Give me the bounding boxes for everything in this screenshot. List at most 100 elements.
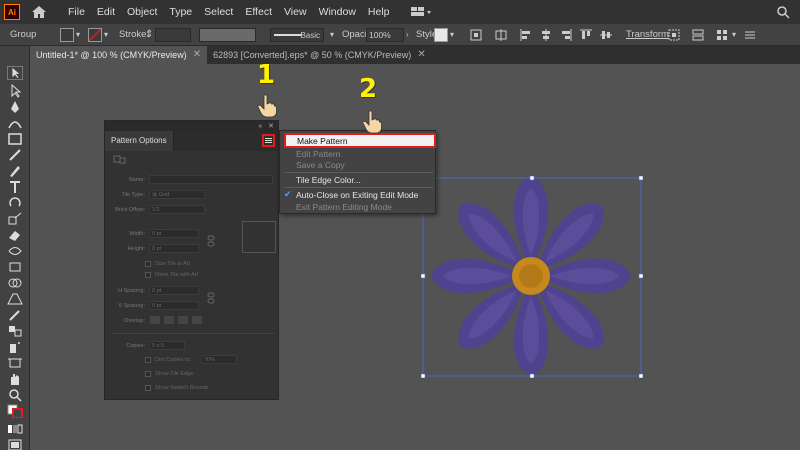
direct-selection-tool-icon[interactable] [7, 84, 23, 98]
rectangle-tool-icon[interactable] [7, 132, 23, 146]
zoom-tool-icon[interactable] [7, 388, 23, 402]
spacing-link-icon[interactable] [207, 292, 215, 304]
free-transform-tool-icon[interactable] [7, 260, 23, 274]
stroke-weight-field[interactable] [155, 28, 191, 42]
menu-select[interactable]: Select [198, 0, 239, 24]
align-left-icon[interactable] [520, 29, 532, 41]
artboard-tool-icon[interactable] [7, 356, 23, 370]
menu-help[interactable]: Help [362, 0, 396, 24]
align-right-icon[interactable] [560, 29, 572, 41]
fill-dropdown-icon[interactable]: ▾ [76, 24, 80, 46]
search-icon[interactable] [776, 5, 790, 19]
menu-view[interactable]: View [278, 0, 313, 24]
workspace-switcher-icon[interactable] [410, 5, 432, 19]
scale-tool-icon[interactable] [7, 212, 23, 226]
panel-title[interactable]: Pattern Options [105, 131, 174, 151]
home-icon[interactable] [30, 3, 48, 21]
perspective-grid-tool-icon[interactable] [7, 292, 23, 306]
grid-dropdown-icon[interactable]: ▾ [732, 24, 736, 46]
opacity-arrow-icon[interactable]: › [406, 24, 409, 46]
align-middle-icon[interactable] [600, 29, 612, 41]
color-mode-icon[interactable] [7, 422, 23, 436]
size-tile-to-art-checkbox[interactable] [145, 261, 151, 267]
menu-window[interactable]: Window [313, 0, 362, 24]
menu-item-save-a-copy[interactable]: Save a Copy [296, 159, 345, 171]
close-icon[interactable]: ✕ [268, 122, 274, 130]
height-field[interactable]: 0 pt [149, 244, 199, 253]
panel-menu-icon[interactable] [744, 29, 756, 41]
paintbrush-tool-icon[interactable] [7, 148, 23, 162]
menu-item-tile-edge-color[interactable]: Tile Edge Color... [296, 174, 361, 186]
align-to-selection-icon[interactable] [495, 29, 507, 41]
menu-file[interactable]: File [62, 0, 91, 24]
menu-item-make-pattern[interactable]: Make Pattern [284, 133, 436, 148]
collapse-icon[interactable]: « [258, 123, 262, 130]
move-tile-with-art-checkbox[interactable] [145, 272, 151, 278]
brush-definition-dropdown[interactable]: Basic [270, 28, 324, 42]
tile-type-label: Tile Type: [121, 192, 145, 198]
arrange-documents-icon[interactable] [692, 29, 704, 41]
link-icon[interactable] [207, 235, 215, 247]
menu-item-exit-pattern-editing[interactable]: Exit Pattern Editing Mode [296, 201, 392, 213]
panel-header[interactable]: « ✕ [105, 121, 278, 131]
width-field[interactable]: 0 pt [149, 229, 199, 238]
opacity-field[interactable]: 100% [366, 28, 404, 42]
menu-type[interactable]: Type [163, 0, 198, 24]
panel-divider [111, 333, 274, 334]
stroke-swatch[interactable] [88, 28, 102, 42]
menu-object[interactable]: Object [121, 0, 163, 24]
pen-tool-icon[interactable] [7, 100, 23, 114]
grid-view-icon[interactable] [716, 29, 728, 41]
menu-item-auto-close[interactable]: Auto-Close on Exiting Edit Mode [296, 189, 418, 201]
eraser-tool-icon[interactable] [7, 228, 23, 242]
style-dropdown-icon[interactable]: ▾ [450, 24, 454, 46]
menu-effect[interactable]: Effect [239, 0, 278, 24]
show-tile-edge-checkbox[interactable] [145, 371, 151, 377]
blend-tool-icon[interactable] [7, 324, 23, 338]
stroke-stepper-icon[interactable]: ⇕ [145, 24, 153, 46]
isolate-group-icon[interactable] [668, 29, 680, 41]
symbol-sprayer-tool-icon[interactable] [7, 340, 23, 354]
v-spacing-field[interactable]: 0 pt [149, 301, 199, 310]
recolor-artwork-icon[interactable] [470, 29, 482, 41]
hand-tool-icon[interactable] [7, 372, 23, 386]
tile-type-select[interactable]: ▦ Grid [149, 190, 205, 199]
graphic-style-swatch[interactable] [434, 28, 448, 42]
brick-offset-select[interactable]: 1/2 [149, 205, 205, 214]
transform-link[interactable]: Transform [626, 24, 669, 46]
curvature-tool-icon[interactable] [7, 116, 23, 130]
screen-mode-icon[interactable] [7, 438, 23, 450]
fill-stroke-swatch-icon[interactable] [7, 404, 23, 418]
h-spacing-field[interactable]: 0 pt [149, 286, 199, 295]
pattern-tile-tool-icon[interactable] [113, 155, 127, 164]
panel-flyout-menu-button[interactable] [262, 134, 275, 147]
dim-copies-select[interactable]: 70% [201, 355, 237, 364]
tab-document-2[interactable]: 62893 [Converted].eps* @ 50 % (CMYK/Prev… [207, 46, 432, 64]
close-icon[interactable]: ✕ [417, 46, 425, 64]
variable-width-profile[interactable] [199, 28, 256, 42]
overlap-icons[interactable] [149, 315, 205, 325]
rotate-tool-icon[interactable] [7, 196, 23, 210]
stroke-dropdown-icon[interactable]: ▾ [104, 24, 108, 46]
pencil-tool-icon[interactable] [7, 164, 23, 178]
dim-copies-checkbox[interactable] [145, 357, 151, 363]
name-label: Name: [128, 177, 145, 183]
eyedropper-tool-icon[interactable] [7, 308, 23, 322]
show-swatch-bounds-label: Show Swatch Bounds [155, 385, 209, 391]
type-tool-icon[interactable] [7, 180, 23, 194]
copies-select[interactable]: 5 x 5 [149, 341, 185, 350]
selection-tool-icon[interactable] [7, 66, 23, 80]
width-tool-icon[interactable] [7, 244, 23, 258]
brush-dropdown-icon[interactable]: ▾ [330, 24, 334, 46]
name-field[interactable] [149, 175, 273, 184]
tab-document-1[interactable]: Untitled-1* @ 100 % (CMYK/Preview) ✕ [30, 46, 208, 64]
flower-artwork[interactable] [421, 176, 643, 378]
menu-separator [284, 187, 433, 188]
shape-builder-tool-icon[interactable] [7, 276, 23, 290]
align-top-icon[interactable] [580, 29, 592, 41]
show-swatch-bounds-checkbox[interactable] [145, 385, 151, 391]
menu-edit[interactable]: Edit [91, 0, 121, 24]
close-icon[interactable]: ✕ [193, 46, 201, 64]
fill-swatch[interactable] [60, 28, 74, 42]
align-center-icon[interactable] [540, 29, 552, 41]
